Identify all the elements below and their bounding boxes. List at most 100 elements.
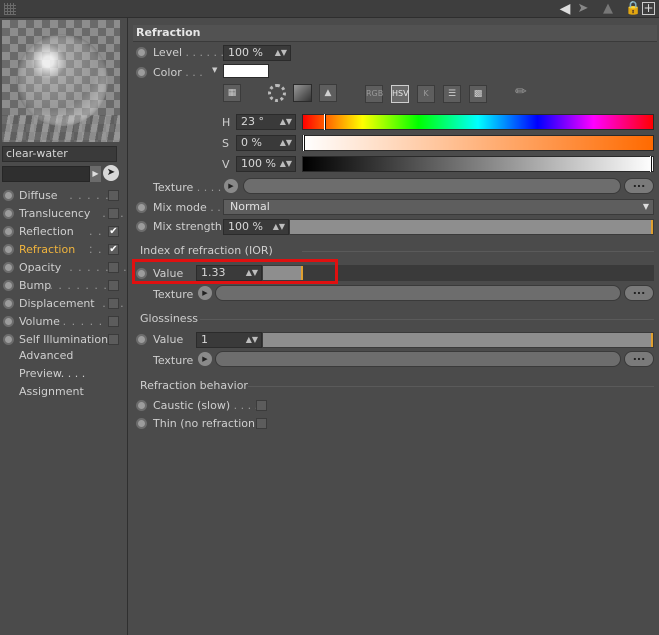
eyedropper-icon[interactable]: ✏ (515, 84, 531, 102)
sidebar-item-assignment[interactable]: Assignment (19, 385, 84, 398)
channel-radio[interactable] (3, 226, 14, 237)
channel-radio[interactable] (3, 334, 14, 345)
section-divider (200, 319, 654, 320)
channel-radio[interactable] (3, 316, 14, 327)
material-name-field[interactable]: clear-water (2, 146, 117, 162)
swatches-icon[interactable]: ▩ (469, 85, 487, 103)
sidebar-item-preview[interactable]: Preview. . . . (19, 367, 85, 380)
sidebar-item-displacement[interactable]: Displacement. . . (0, 295, 128, 313)
caustic-animate-radio[interactable] (136, 400, 147, 411)
material-search-field[interactable] (2, 166, 90, 182)
sidebar-item-volume[interactable]: Volume. . . . . . . (0, 313, 128, 331)
brightness-slider-handle[interactable] (650, 156, 652, 172)
channel-enable-checkbox[interactable]: ✔ (108, 226, 119, 237)
channel-radio[interactable] (3, 280, 14, 291)
mix-strength-handle[interactable] (651, 220, 653, 234)
mix-strength-input[interactable]: 100 % ▲▼ (223, 219, 289, 235)
level-input[interactable]: 100 % ▲▼ (223, 45, 291, 61)
channel-radio[interactable] (3, 298, 14, 309)
new-panel-icon[interactable]: + (642, 2, 655, 15)
mix-strength-label: Mix strength (153, 220, 222, 233)
sidebar-item-label: Opacity (19, 261, 62, 274)
pointer-picker-icon[interactable]: ➤ (103, 165, 119, 181)
channel-enable-checkbox[interactable] (108, 280, 119, 291)
mix-mode-dropdown[interactable]: Normal ▼ (223, 199, 654, 215)
hue-input[interactable]: 23 ° ▲▼ (236, 114, 296, 130)
glossiness-input[interactable]: 1 ▲▼ (196, 332, 262, 348)
color-swatch[interactable] (223, 64, 269, 78)
material-preview[interactable] (2, 20, 120, 142)
channel-radio[interactable] (3, 244, 14, 255)
glossiness-slider[interactable] (262, 332, 654, 348)
color-wheel-icon[interactable] (268, 84, 286, 102)
section-divider (248, 386, 654, 387)
color-sliders-icon[interactable]: ▦ (223, 84, 241, 102)
color-spectrum-icon[interactable] (293, 84, 312, 102)
brightness-slider[interactable] (302, 156, 654, 172)
channel-radio[interactable] (3, 262, 14, 273)
channel-radio[interactable] (3, 190, 14, 201)
ior-texture-slot[interactable] (215, 285, 621, 301)
lock-icon[interactable]: 🔒 (625, 1, 641, 17)
color-animate-radio[interactable] (136, 67, 147, 78)
arrow-forward-icon[interactable]: ➤ (575, 1, 591, 17)
mixer-icon[interactable]: ☰ (443, 85, 461, 103)
glossiness-slider-handle[interactable] (651, 333, 653, 347)
arrow-back-icon[interactable]: ◀ (557, 1, 573, 17)
glossiness-texture-more-button[interactable]: ... (624, 351, 654, 367)
sidebar-item-label: Translucency (19, 207, 91, 220)
channel-radio[interactable] (3, 208, 14, 219)
saturation-slider-handle[interactable] (303, 135, 305, 151)
kelvin-mode-button[interactable]: K (417, 85, 435, 103)
saturation-input[interactable]: 0 % ▲▼ (236, 135, 296, 151)
saturation-slider[interactable] (302, 135, 654, 151)
mix-mode-animate-radio[interactable] (136, 202, 147, 213)
texture-more-button[interactable]: ... (624, 178, 654, 194)
channel-enable-checkbox[interactable] (108, 334, 119, 345)
color-expand-icon[interactable]: ▼ (212, 66, 217, 74)
thin-animate-radio[interactable] (136, 418, 147, 429)
texture-slot[interactable] (243, 178, 621, 194)
glossiness-animate-radio[interactable] (136, 334, 147, 345)
brightness-input[interactable]: 100 % ▲▼ (236, 156, 296, 172)
up-arrow-icon[interactable]: ▲ (600, 1, 616, 17)
material-menu-arrow-icon[interactable]: ▶ (90, 166, 101, 182)
texture-menu-button[interactable]: ▶ (224, 179, 238, 193)
sidebar-item-label: Volume (19, 315, 60, 328)
level-animate-radio[interactable] (136, 47, 147, 58)
ior-texture-more-button[interactable]: ... (624, 285, 654, 301)
glossiness-texture-menu-button[interactable]: ▶ (198, 352, 212, 366)
glossiness-texture-slot[interactable] (215, 351, 621, 367)
channel-enable-checkbox[interactable] (108, 208, 119, 219)
value-label: V (222, 158, 230, 171)
channel-enable-checkbox[interactable] (108, 298, 119, 309)
hsv-mode-button[interactable]: HSV (391, 85, 409, 103)
ior-texture-menu-button[interactable]: ▶ (198, 286, 212, 300)
panel-grip-icon[interactable] (4, 3, 16, 15)
channel-enable-checkbox[interactable] (108, 262, 119, 273)
hue-slider[interactable] (302, 114, 654, 130)
hue-label: H (222, 116, 231, 129)
caustic-checkbox[interactable] (256, 400, 267, 411)
sidebar-item-self-illumination[interactable]: Self Illumination (0, 331, 128, 349)
sidebar-item-advanced[interactable]: Advanced (19, 349, 73, 362)
rgb-mode-button[interactable]: RGB (365, 85, 383, 103)
mix-strength-slider[interactable] (289, 219, 654, 235)
level-label: Level . . . . . . (153, 46, 225, 59)
channel-enable-checkbox[interactable]: ✔ (108, 244, 119, 255)
sidebar-item-reflection[interactable]: Reflection. . . . . ✔ (0, 223, 128, 251)
mix-strength-animate-radio[interactable] (136, 221, 147, 232)
channel-enable-checkbox[interactable] (108, 316, 119, 327)
image-picker-icon[interactable]: ▲ (319, 84, 337, 102)
sidebar-item-bump[interactable]: Bump. . . . . . . . (0, 277, 128, 295)
ior-highlight-box (132, 259, 338, 284)
thin-checkbox[interactable] (256, 418, 267, 429)
hue-slider-handle[interactable] (324, 114, 327, 130)
channel-enable-checkbox[interactable] (108, 190, 119, 201)
sidebar-item-opacity[interactable]: Opacity. . . . . . . (0, 259, 128, 277)
sidebar-item-refraction[interactable]: Refraction. . . . ✔ (0, 241, 128, 259)
glossiness-value-label: Value (153, 333, 184, 346)
chevron-down-icon: ▼ (642, 202, 649, 211)
sidebar-item-translucency[interactable]: Translucency. . . (0, 205, 128, 223)
sidebar-item-diffuse[interactable]: Diffuse . . . . . (0, 187, 128, 205)
